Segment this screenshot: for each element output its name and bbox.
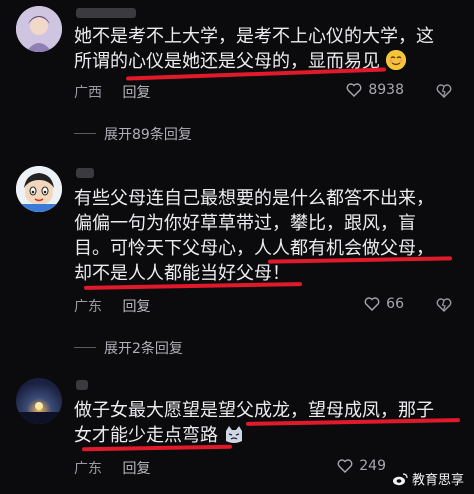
heart-icon <box>346 83 362 97</box>
like-count: 66 <box>386 296 404 312</box>
like-button[interactable]: 249 <box>337 458 386 474</box>
watermark-text: 教育思享 <box>411 473 464 488</box>
avatar[interactable] <box>16 6 62 52</box>
location-label: 广东 <box>74 461 102 477</box>
username-blurred <box>76 168 94 178</box>
dislike-button[interactable] <box>436 297 452 316</box>
heart-icon <box>364 297 380 311</box>
blush-emoji-icon <box>385 50 406 70</box>
like-count: 8938 <box>368 82 404 98</box>
location-label: 广东 <box>74 299 102 315</box>
dislike-button[interactable] <box>436 83 452 102</box>
expand-divider <box>74 133 96 134</box>
like-button[interactable]: 8938 <box>346 82 404 98</box>
comment-line: 所谓的心仪是她还是父母的，显而易见 <box>74 49 458 74</box>
like-count: 249 <box>359 458 386 474</box>
comment-meta: 广东 回复 <box>74 296 166 316</box>
reply-button[interactable]: 回复 <box>122 85 150 101</box>
username-blurred <box>76 8 136 18</box>
reply-button[interactable]: 回复 <box>122 299 150 315</box>
username-blurred <box>76 380 88 390</box>
location-label: 广西 <box>74 85 102 101</box>
reply-button[interactable]: 回复 <box>122 461 150 477</box>
comment-meta: 广西 回复 <box>74 82 166 102</box>
weibo-logo-icon <box>392 472 408 485</box>
avatar[interactable] <box>16 166 62 212</box>
expand-divider <box>74 347 96 348</box>
watermark: 教育思享 <box>392 469 464 488</box>
comment-line: 她不是考不上大学，是考不上心仪的大学，这 <box>74 26 434 47</box>
heart-icon <box>337 459 353 473</box>
expand-replies-button[interactable]: 展开2条回复 <box>104 338 183 358</box>
comment-line: 女才能少走点弯路 <box>74 423 458 448</box>
comment-text: 有些父母连自己最想要的是什么都答不出来， 偏偏一句为你好草草带过，攀比，跟风，盲… <box>74 186 458 286</box>
comment-line: 有些父母连自己最想要的是什么都答不出来， <box>74 188 434 209</box>
comment-text: 她不是考不上大学，是考不上心仪的大学，这 所谓的心仪是她还是父母的，显而易见 <box>74 24 458 74</box>
broken-heart-icon <box>436 298 452 312</box>
expand-replies-button[interactable]: 展开89条回复 <box>104 124 192 144</box>
comment-line-text: 女才能少走点弯路 <box>74 425 218 446</box>
like-button[interactable]: 66 <box>364 296 404 312</box>
broken-heart-icon <box>436 84 452 98</box>
comment-meta: 广东 回复 <box>74 458 166 478</box>
avatar[interactable] <box>16 378 62 424</box>
comment-line: 偏偏一句为你好草草带过，攀比，跟风，盲 <box>74 213 416 234</box>
